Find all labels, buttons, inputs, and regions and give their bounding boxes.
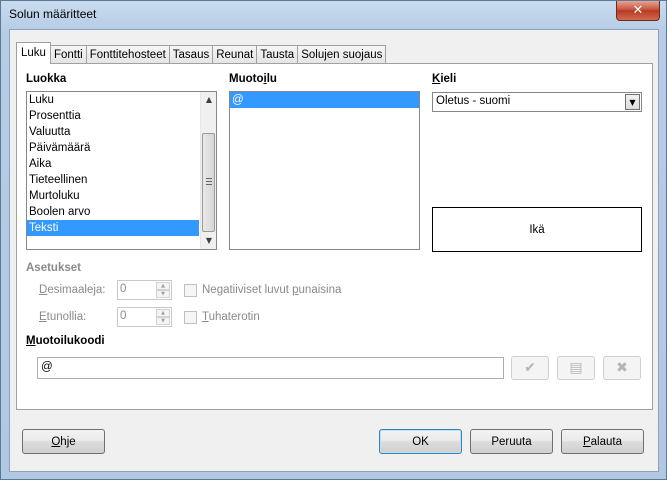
tab-panel-number: Luokka Luku Prosenttia Valuutta Päivämää… xyxy=(16,63,653,410)
leading-zeroes-spinbox[interactable]: 0 ▲ ▼ xyxy=(117,307,172,327)
category-list[interactable]: Luku Prosenttia Valuutta Päivämäärä Aika… xyxy=(26,91,217,250)
scroll-up-arrow-icon[interactable]: ▲ xyxy=(201,92,216,108)
category-scrollbar[interactable]: ▲ ▼ xyxy=(200,92,216,249)
category-item-boolean[interactable]: Boolen arvo xyxy=(27,204,216,220)
close-button[interactable]: ✕ xyxy=(616,1,660,21)
language-select[interactable]: Oletus - suomi ▼ xyxy=(432,92,642,112)
delete-format-button[interactable]: ✖ xyxy=(603,356,641,380)
category-item-text[interactable]: Teksti xyxy=(27,220,199,236)
spin-down-icon[interactable]: ▼ xyxy=(156,317,170,325)
format-list[interactable]: @ xyxy=(229,91,420,250)
category-item-time[interactable]: Aika xyxy=(27,156,216,172)
language-label: Kieli xyxy=(432,73,457,85)
spin-down-icon[interactable]: ▼ xyxy=(156,290,170,298)
decimals-label: Desimaaleja: xyxy=(39,284,106,296)
category-item-scientific[interactable]: Tieteellinen xyxy=(27,172,216,188)
category-item-currency[interactable]: Valuutta xyxy=(27,124,216,140)
format-code-label: Muotoilukoodi xyxy=(26,335,105,347)
grip-line xyxy=(206,184,212,185)
options-label: Asetukset xyxy=(26,262,81,274)
ok-button[interactable]: OK xyxy=(379,429,462,454)
category-item-date[interactable]: Päivämäärä xyxy=(27,140,216,156)
grip-line xyxy=(206,181,212,182)
category-item-fraction[interactable]: Murtoluku xyxy=(27,188,216,204)
tab-alignment[interactable]: Tasaus xyxy=(168,45,214,64)
tab-borders[interactable]: Reunat xyxy=(212,45,258,64)
dialog-window: Solun määritteet ✕ Luku Fontti Fonttiteh… xyxy=(0,0,667,480)
format-code-input[interactable]: @ xyxy=(37,357,504,379)
spin-up-icon[interactable]: ▲ xyxy=(156,309,170,317)
negative-red-label: Negatiiviset luvut punaisina xyxy=(202,284,342,296)
decimals-spinbox[interactable]: 0 ▲ ▼ xyxy=(117,280,172,300)
decimals-value: 0 xyxy=(120,283,127,295)
apply-format-button[interactable]: ✔ xyxy=(511,356,549,380)
close-icon: ✕ xyxy=(632,3,644,18)
help-button[interactable]: Ohje xyxy=(22,429,105,454)
category-item-number[interactable]: Luku xyxy=(27,92,216,108)
tab-font[interactable]: Fontti xyxy=(49,45,87,64)
format-item-at[interactable]: @ xyxy=(230,92,419,108)
tab-background[interactable]: Tausta xyxy=(256,45,299,64)
preview-text: Ikä xyxy=(529,223,545,236)
delete-icon: ✖ xyxy=(616,360,628,376)
tab-bar: Luku Fontti Fonttitehosteet Tasaus Reuna… xyxy=(16,42,387,64)
decimals-stepper[interactable]: ▲ ▼ xyxy=(156,282,170,298)
reset-button[interactable]: Palauta xyxy=(561,429,644,454)
scroll-thumb[interactable] xyxy=(202,133,215,232)
tab-font-effects[interactable]: Fonttitehosteet xyxy=(85,45,170,64)
leading-zeroes-stepper[interactable]: ▲ ▼ xyxy=(156,309,170,325)
title-bar: Solun määritteet ✕ xyxy=(1,1,666,29)
thousands-separator-checkbox[interactable] xyxy=(184,311,197,324)
category-label: Luokka xyxy=(26,73,67,85)
category-item-percent[interactable]: Prosenttia xyxy=(27,108,216,124)
negative-red-checkbox[interactable] xyxy=(184,284,197,297)
leading-zeroes-label: Etunollia: xyxy=(39,311,87,323)
leading-zeroes-value: 0 xyxy=(120,310,127,322)
tab-cell-protection[interactable]: Solujen suojaus xyxy=(297,45,387,64)
language-value: Oletus - suomi xyxy=(436,95,511,107)
format-label: Muotoilu xyxy=(229,73,277,85)
spin-up-icon[interactable]: ▲ xyxy=(156,282,170,290)
scroll-down-arrow-icon[interactable]: ▼ xyxy=(201,233,216,249)
add-comment-button[interactable]: ▤ xyxy=(557,356,595,380)
thousands-separator-label: Tuhaterotin xyxy=(202,311,260,323)
cancel-button[interactable]: Peruuta xyxy=(470,429,553,454)
chevron-down-icon[interactable]: ▼ xyxy=(625,94,640,110)
tab-number[interactable]: Luku xyxy=(16,42,51,64)
format-preview: Ikä xyxy=(432,207,642,252)
checkmark-icon: ✔ xyxy=(524,360,536,376)
comment-icon: ▤ xyxy=(569,360,583,376)
dialog-client-area: Luku Fontti Fonttitehosteet Tasaus Reuna… xyxy=(9,29,659,472)
format-code-value: @ xyxy=(41,361,53,373)
window-title: Solun määritteet xyxy=(9,7,97,21)
grip-line xyxy=(206,178,212,179)
